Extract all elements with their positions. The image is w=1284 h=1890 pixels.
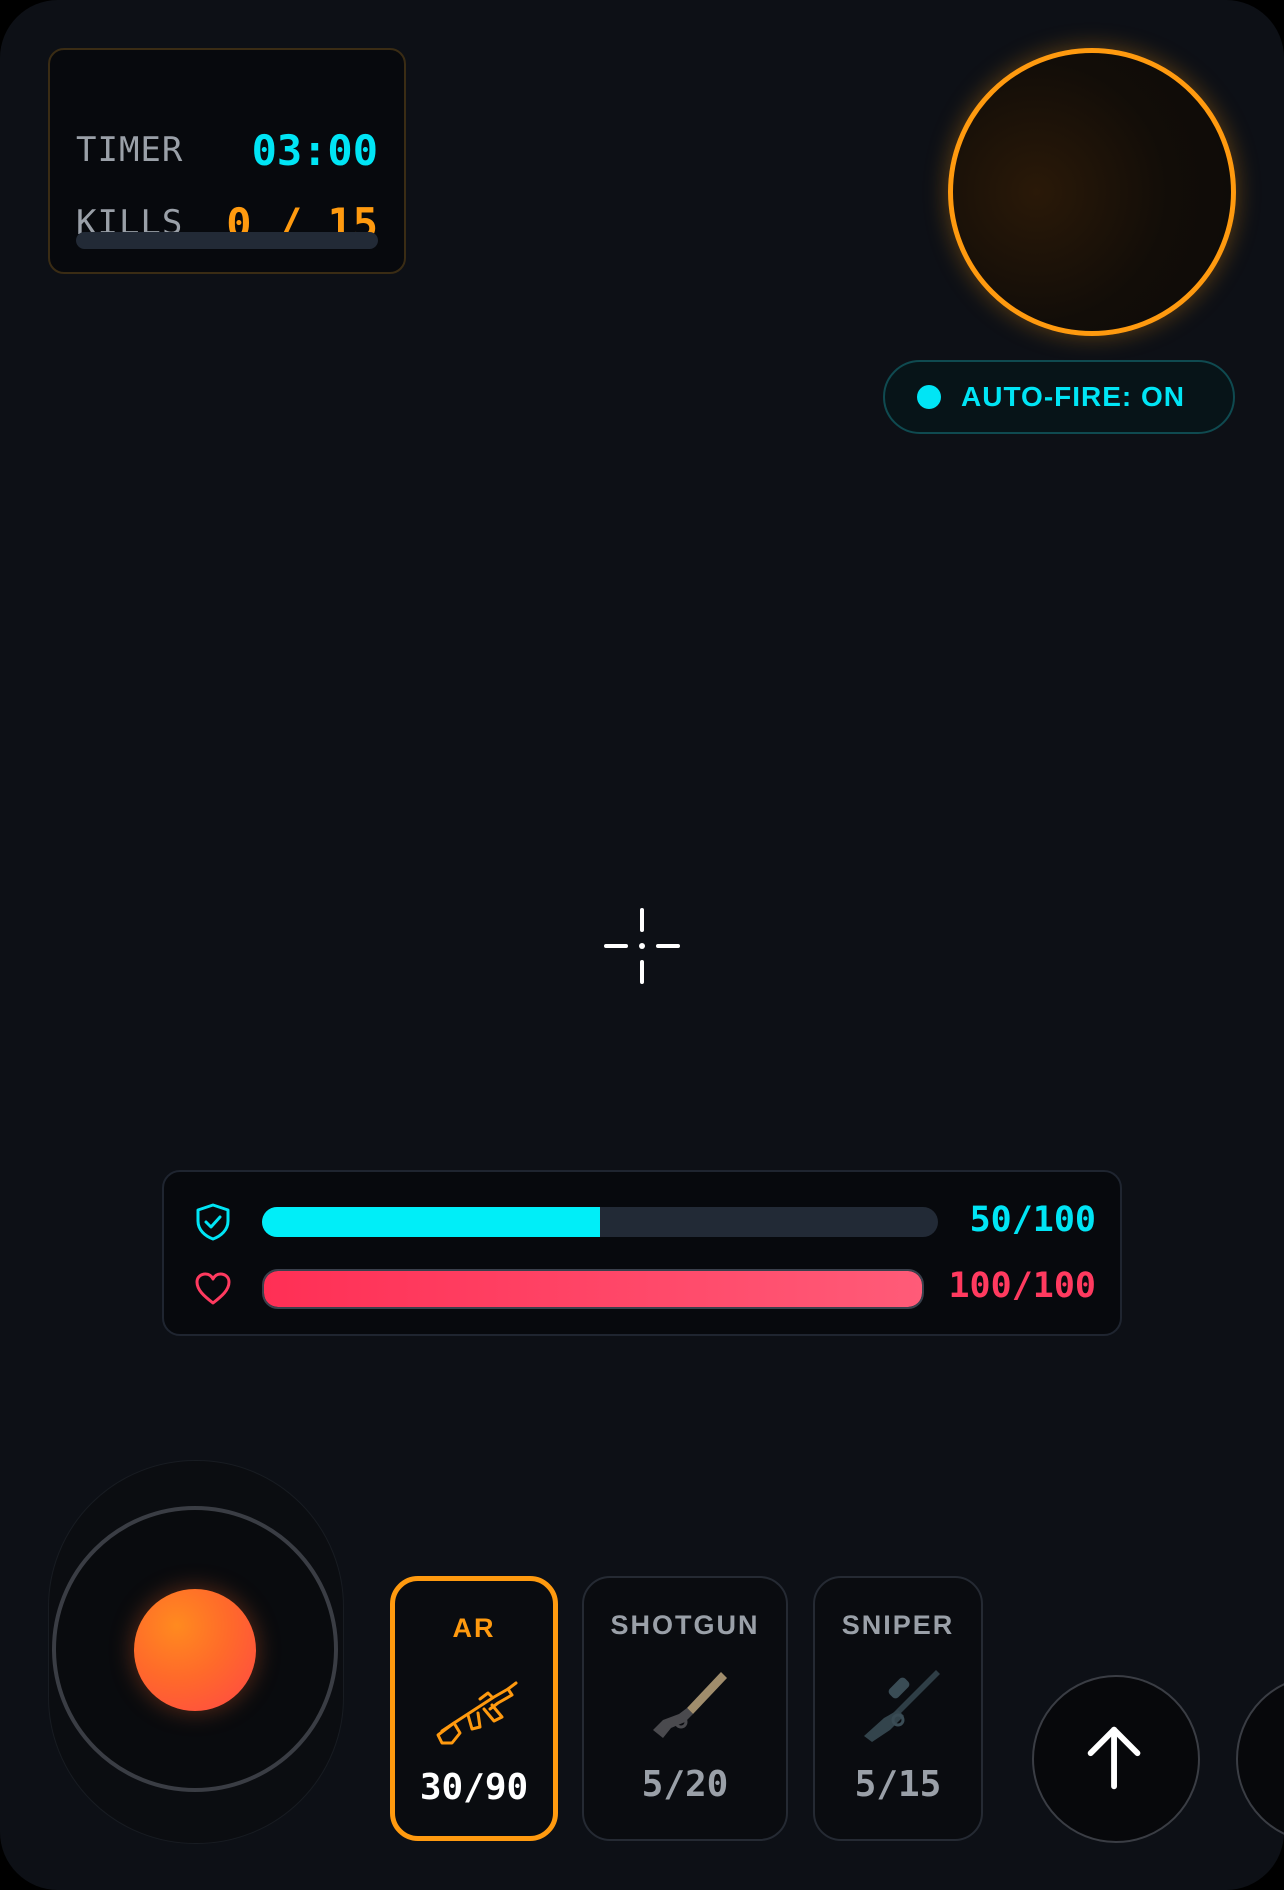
- crosshair-icon: [604, 908, 680, 984]
- weapon-slot-shotgun[interactable]: SHOTGUN 5/20: [582, 1576, 788, 1841]
- match-stats-panel: TIMER 03:00 KILLS 0 / 15: [48, 48, 406, 274]
- shield-value: 50/100: [969, 1200, 1096, 1240]
- shotgun-icon: [653, 1672, 727, 1738]
- weapon-ammo: 5/15: [854, 1764, 942, 1805]
- health-value: 100/100: [948, 1266, 1096, 1306]
- autofire-toggle[interactable]: AUTO-FIRE: ON: [883, 360, 1235, 434]
- weapon-label: SNIPER: [841, 1610, 955, 1640]
- timer-label: TIMER: [76, 130, 184, 170]
- crouch-button[interactable]: [1236, 1675, 1284, 1843]
- shield-check-icon: [196, 1203, 230, 1241]
- joystick-knob[interactable]: [134, 1589, 256, 1711]
- arrow-up-icon: [1087, 1726, 1141, 1790]
- health-bar: [262, 1269, 924, 1309]
- vitals-panel: 50/100 100/100: [162, 1170, 1122, 1336]
- heart-icon: [195, 1272, 231, 1305]
- timer-value: 03:00: [251, 125, 378, 175]
- shield-bar-fill: [262, 1207, 600, 1237]
- shield-bar: [262, 1207, 938, 1237]
- autofire-label: AUTO-FIRE: ON: [961, 381, 1186, 412]
- weapon-label: AR: [452, 1613, 496, 1643]
- fire-button[interactable]: [948, 48, 1236, 336]
- weapon-label: SHOTGUN: [610, 1610, 760, 1640]
- jump-button[interactable]: [1032, 1675, 1200, 1843]
- weapon-ammo: 5/20: [641, 1764, 729, 1805]
- timer-row: TIMER 03:00: [76, 125, 378, 175]
- autofire-status-dot: [917, 385, 941, 409]
- kills-progress-bar: [76, 232, 378, 249]
- health-bar-fill: [264, 1271, 922, 1307]
- weapon-slot-sniper[interactable]: SNIPER 5/15: [813, 1576, 983, 1841]
- weapon-slot-ar[interactable]: AR 30/90: [390, 1576, 558, 1841]
- weapon-ammo: 30/90: [419, 1767, 529, 1808]
- game-screen: TIMER 03:00 KILLS 0 / 15 AUTO-FIRE: ON 5…: [0, 0, 1284, 1890]
- sniper-rifle-icon: [864, 1670, 940, 1742]
- assault-rifle-icon: [436, 1681, 518, 1745]
